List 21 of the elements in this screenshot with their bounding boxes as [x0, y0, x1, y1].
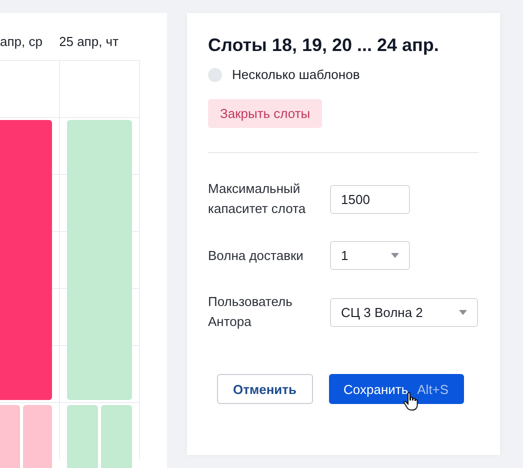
- dropdown[interactable]: 1: [330, 241, 410, 270]
- field-label: Волна доставки: [208, 246, 304, 265]
- input-field[interactable]: 1500: [330, 184, 410, 214]
- field-label: Пользователь Антора: [208, 293, 294, 331]
- cancel-button[interactable]: Отменить: [217, 374, 313, 404]
- save-button[interactable]: Сохранить Alt+S: [328, 374, 464, 404]
- time-slot[interactable]: [67, 120, 132, 400]
- time-slot[interactable]: [101, 405, 132, 468]
- time-slot[interactable]: [67, 405, 98, 468]
- day-header: 25 апр, чт: [60, 33, 120, 51]
- dropdown[interactable]: СЦ 3 Волна 2: [330, 298, 478, 326]
- field-label: Максимальный капаситет слота: [208, 180, 307, 218]
- radio-button[interactable]: [208, 68, 222, 82]
- time-slot[interactable]: [22, 405, 52, 468]
- caret-icon: [391, 253, 399, 258]
- radio-label: Несколько шаблонов: [232, 67, 360, 82]
- caret-icon: [459, 310, 467, 314]
- day-header: апр, ср: [0, 33, 44, 51]
- close-slots-button[interactable]: Закрыть слоты: [208, 99, 322, 128]
- panel-title: Слоты 18, 19, 20 ... 24 апр.: [208, 35, 440, 56]
- time-slot[interactable]: [0, 120, 52, 400]
